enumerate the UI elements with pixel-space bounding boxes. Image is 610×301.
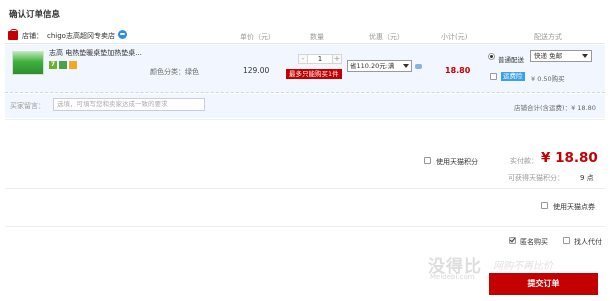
order-header: 店铺： chigo志高超冈专卖店 单价（元） 数量 优惠（元） 小计(元) 配送… xyxy=(5,28,605,44)
product-name-link[interactable]: 志高 电热垫暖桌垫加热垫桌... xyxy=(49,48,149,58)
paid-amount: ¥ 18.80 xyxy=(541,150,598,166)
promotion-select-value: 省110.20元:满 xyxy=(350,62,395,70)
use-points-checkbox[interactable] xyxy=(424,157,431,164)
shop-total: 店铺合计(含运费)：¥ 18.80 xyxy=(514,104,596,112)
column-subtotal: 小计(元) xyxy=(441,33,468,41)
credit-card-icon xyxy=(69,61,77,69)
freight-insurance-badge: 运费险 xyxy=(501,72,525,81)
points-value: 9 点 xyxy=(580,174,594,182)
shop-icon xyxy=(8,29,18,40)
service-badges: 7 xyxy=(49,61,79,69)
order-item-row: 志高 电热垫暖桌垫加热垫桌... 7 颜色分类：绿色 129.00 -1 + 最多… xyxy=(5,45,605,93)
shop-name-link[interactable]: chigo志高超冈专卖店 xyxy=(47,31,115,41)
freight-insurance-price: ¥ 0.50购买 xyxy=(531,75,565,83)
watermark-slogan: 网购不再比价 xyxy=(493,261,553,272)
buyer-message-input[interactable]: 选填，可填写您和卖家达成一致的要求 xyxy=(53,98,205,111)
page-title: 确认订单信息 xyxy=(9,10,61,20)
points-label: 可获得天猫积分： xyxy=(508,174,564,182)
item-subtotal: 18.80 xyxy=(445,66,471,75)
chevron-down-icon xyxy=(582,54,588,58)
shipping-method-select[interactable]: 快递 免邮 xyxy=(530,50,592,62)
quantity-stepper: -1 + xyxy=(298,54,342,65)
paid-label: 实付款： xyxy=(510,157,538,165)
column-quantity: 数量 xyxy=(310,33,324,41)
column-unit-price: 单价（元） xyxy=(240,33,275,41)
column-discount: 优惠（元） xyxy=(369,33,404,41)
use-points-label: 使用天猫积分 xyxy=(436,158,478,166)
quantity-minus-button[interactable]: - xyxy=(298,54,308,64)
anonymous-checkbox[interactable] xyxy=(509,237,516,244)
divider xyxy=(5,188,605,189)
guarantee-icon xyxy=(59,61,67,69)
use-coupon-label: 使用天猫点券 xyxy=(553,203,595,211)
proxy-pay-checkbox[interactable] xyxy=(563,237,570,244)
anonymous-label: 匿名购买 xyxy=(520,238,548,246)
quantity-plus-button[interactable]: + xyxy=(332,54,342,64)
buyer-message-label: 买家留言： xyxy=(10,102,45,110)
unit-price: 129.00 xyxy=(243,66,270,75)
column-shipping: 配送方式 xyxy=(534,33,562,41)
shipping-method-value: 快递 免邮 xyxy=(534,52,563,60)
freight-insurance-checkbox[interactable] xyxy=(490,73,497,80)
use-coupon-checkbox[interactable] xyxy=(541,202,548,209)
quantity-input[interactable]: 1 xyxy=(308,54,332,64)
promotion-select[interactable]: 省110.20元:满 xyxy=(347,60,412,72)
wangwang-chat-icon[interactable] xyxy=(118,30,127,39)
message-icon[interactable] xyxy=(415,64,422,69)
shipping-option-label: 普通配送 xyxy=(498,56,524,64)
chevron-down-icon xyxy=(403,64,409,68)
product-thumbnail[interactable] xyxy=(12,51,44,75)
product-attribute: 颜色分类：绿色 xyxy=(150,68,199,76)
purchase-limit-notice: 最多只能购买1件 xyxy=(286,69,342,79)
divider xyxy=(5,226,605,227)
submit-order-button[interactable]: 提交订单 xyxy=(489,273,598,295)
buyer-message-row: 买家留言： 选填，可填写您和卖家达成一致的要求 店铺合计(含运费)：¥ 18.8… xyxy=(5,94,605,118)
watermark-url: Meidebi.com xyxy=(430,273,475,281)
proxy-pay-label: 找人代付 xyxy=(574,238,602,246)
seven-day-return-icon: 7 xyxy=(49,61,57,69)
shop-label: 店铺： xyxy=(22,32,43,40)
shipping-radio-normal[interactable] xyxy=(488,53,495,60)
